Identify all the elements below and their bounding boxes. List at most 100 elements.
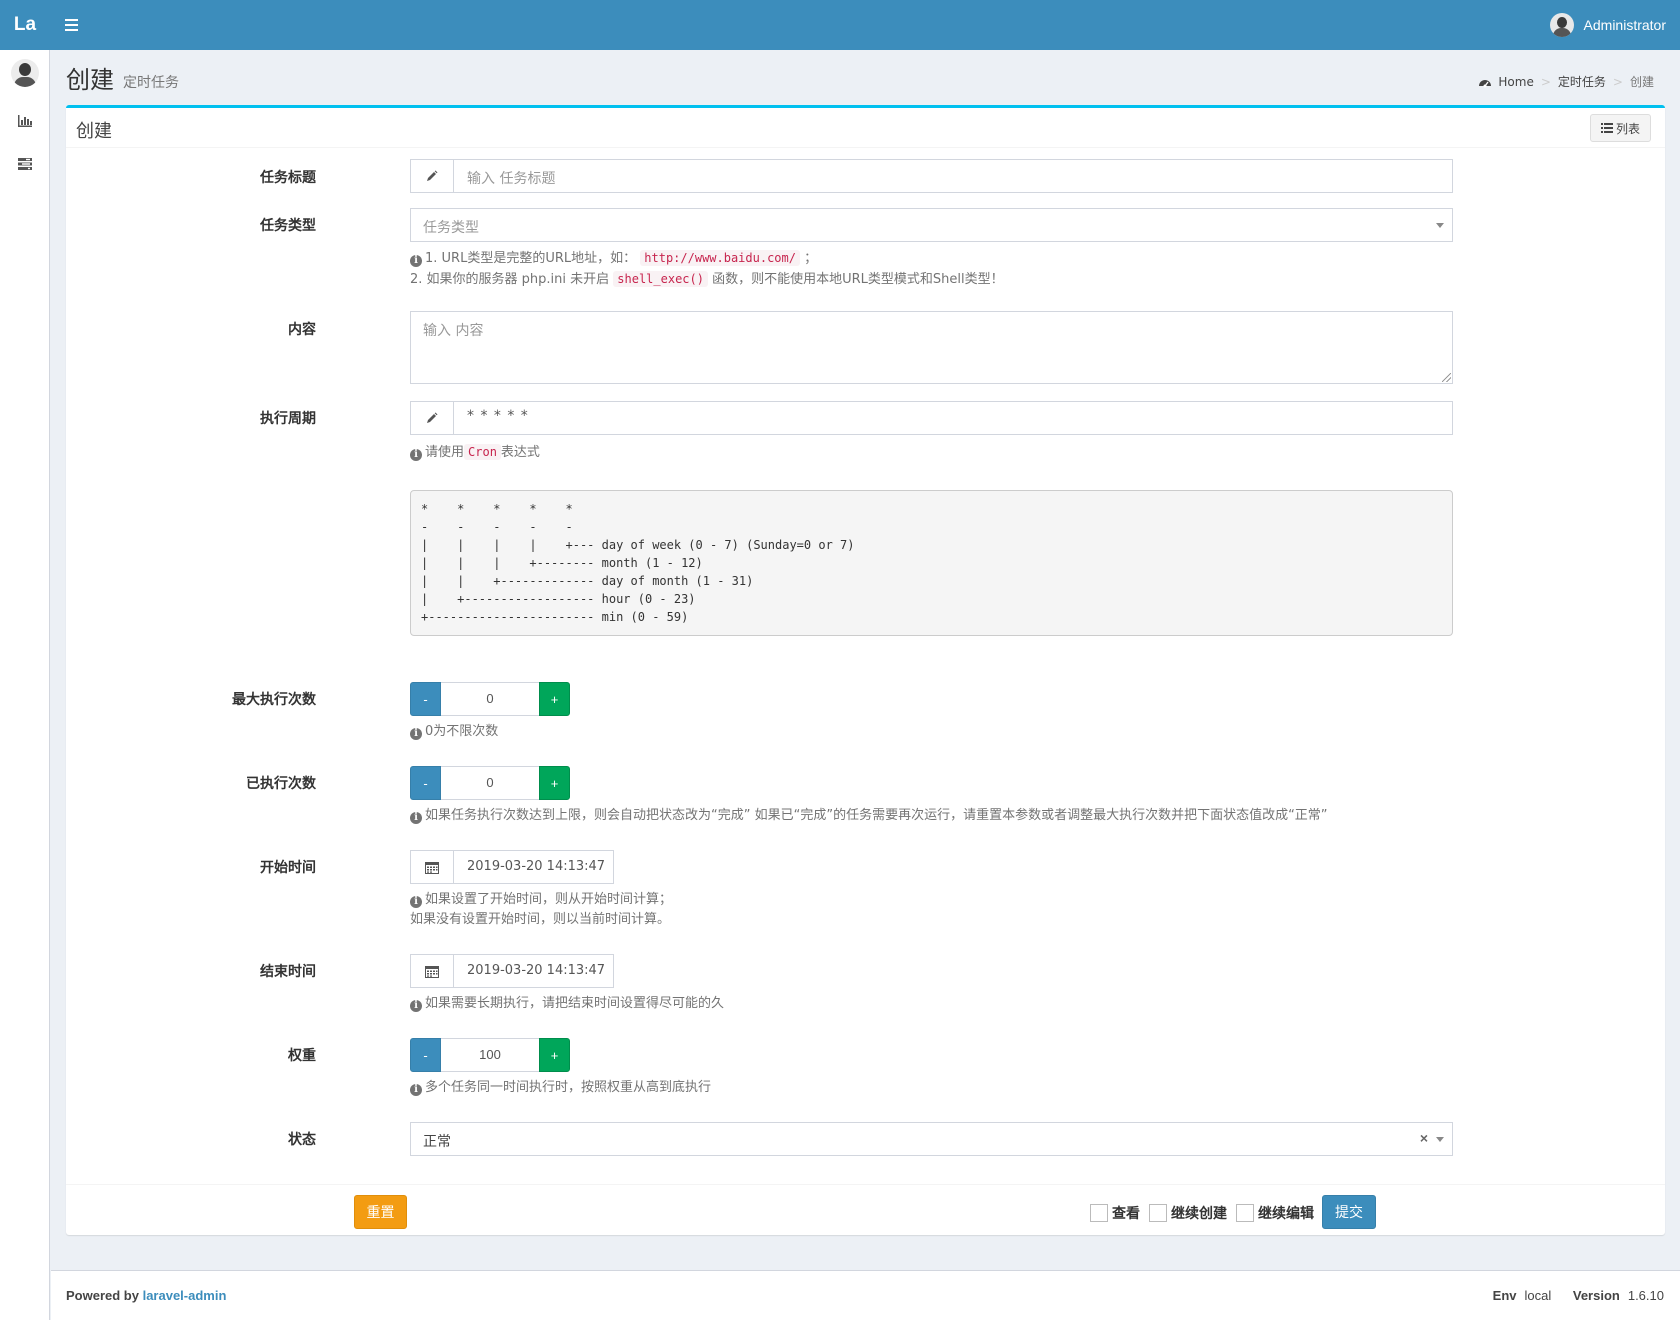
user-menu[interactable]: Administrator xyxy=(1549,12,1666,38)
weight-minus-button[interactable]: - xyxy=(410,1038,441,1072)
sidebar xyxy=(0,50,50,1320)
title-input[interactable]: 输入 任务标题 xyxy=(410,159,1453,193)
pencil-icon xyxy=(411,160,454,192)
max-runs-help: i 0为不限次数 xyxy=(410,722,498,742)
content-textarea[interactable]: 输入 内容 xyxy=(410,311,1453,384)
list-button-label: 列表 xyxy=(1615,121,1640,136)
version-label: Version xyxy=(1572,1288,1620,1303)
page-title: 创建 xyxy=(66,66,114,94)
runs-plus-button[interactable]: + xyxy=(539,766,570,800)
end-label: 结束时间 xyxy=(260,964,316,980)
runs-help: i 如果任务执行次数达到上限，则会自动把状态改为“完成” 如果已“完成”的任务需要… xyxy=(410,806,1328,826)
url-example: http://www.baidu.com/ xyxy=(640,250,800,266)
info-icon: i xyxy=(410,812,422,824)
caret-down-icon xyxy=(1436,1137,1444,1142)
calendar-icon xyxy=(411,851,454,883)
weight-input[interactable]: 100 xyxy=(441,1038,539,1072)
runs-label: 已执行次数 xyxy=(246,776,316,792)
info-icon: i xyxy=(410,896,422,908)
bar-chart-icon[interactable] xyxy=(15,113,35,129)
caret-down-icon xyxy=(1436,223,1444,228)
type-help: i 1. URL类型是完整的URL地址，如： http://www.baidu.c… xyxy=(410,250,1004,287)
type-select[interactable]: 任务类型 xyxy=(410,208,1453,242)
cycle-help: i 请使用 Cron 表达式 xyxy=(410,442,540,463)
start-time-input[interactable]: 2019-03-20 14:13:47 xyxy=(410,850,614,884)
start-help: i 如果设置了开始时间，则从开始时间计算； 如果没有设置开始时间，则以当前时间计算… xyxy=(410,892,673,927)
user-name: Administrator xyxy=(1583,17,1666,33)
cycle-label: 执行周期 xyxy=(260,411,316,427)
powered-by: Powered by xyxy=(66,1288,139,1303)
info-icon: i xyxy=(410,255,422,267)
weight-help: i 多个任务同一时间执行时，按照权重从高到底执行 xyxy=(410,1078,711,1098)
cron-code: Cron xyxy=(464,444,501,460)
breadcrumb: Home > 定时任务 > 创建 xyxy=(1478,73,1654,90)
box-header: 创建 列表 xyxy=(66,108,1665,148)
content-label: 内容 xyxy=(288,322,316,338)
reset-button[interactable]: 重置 xyxy=(354,1195,407,1229)
laravel-admin-link[interactable]: laravel-admin xyxy=(143,1288,227,1303)
clear-icon[interactable]: × xyxy=(1420,1130,1428,1146)
checkbox[interactable] xyxy=(1236,1204,1254,1222)
version-value: 1.6.10 xyxy=(1627,1288,1664,1303)
sidebar-avatar xyxy=(11,59,39,87)
calendar-icon xyxy=(411,955,454,987)
continue-edit-checkbox[interactable]: 继续编辑 xyxy=(1236,1203,1314,1223)
runs-input[interactable]: 0 xyxy=(441,766,539,800)
breadcrumb-current: 创建 xyxy=(1629,75,1654,89)
max-runs-plus-button[interactable]: + xyxy=(539,682,570,716)
end-time-value: 2019-03-20 14:13:47 xyxy=(467,963,606,978)
resize-handle[interactable] xyxy=(1442,373,1451,382)
user-avatar xyxy=(1549,13,1574,37)
page-footer: Powered by laravel-admin Env local Versio… xyxy=(51,1270,1680,1320)
cycle-value: * * * * * xyxy=(467,408,529,424)
max-runs-input[interactable]: 0 xyxy=(441,682,539,716)
max-runs-stepper: - 0 + xyxy=(410,682,572,716)
end-help: i 如果需要长期执行，请把结束时间设置得尽可能的久 xyxy=(410,994,724,1014)
start-time-value: 2019-03-20 14:13:47 xyxy=(467,859,606,874)
checkbox[interactable] xyxy=(1090,1204,1108,1222)
breadcrumb-section[interactable]: 定时任务 xyxy=(1558,73,1606,90)
content-placeholder: 输入 内容 xyxy=(423,323,484,339)
status-select[interactable]: 正常 × xyxy=(410,1122,1453,1156)
weight-label: 权重 xyxy=(288,1048,316,1064)
list-button[interactable]: 列表 xyxy=(1590,114,1651,142)
top-navbar: La Administrator xyxy=(0,0,1680,50)
env-label: Env xyxy=(1492,1288,1517,1303)
menu-toggle-icon[interactable] xyxy=(60,13,84,37)
type-placeholder: 任务类型 xyxy=(423,220,479,236)
max-runs-label: 最大执行次数 xyxy=(232,692,316,708)
breadcrumb-home[interactable]: Home xyxy=(1498,75,1533,89)
end-time-input[interactable]: 2019-03-20 14:13:47 xyxy=(410,954,614,988)
env-value: local xyxy=(1524,1288,1552,1303)
cron-diagram: * * * * * - - - - - | | | | +--- day of … xyxy=(410,490,1453,636)
checkbox[interactable] xyxy=(1149,1204,1167,1222)
info-icon: i xyxy=(410,1084,422,1096)
runs-stepper: - 0 + xyxy=(410,766,572,800)
dashboard-icon xyxy=(1479,79,1492,87)
box-title: 创建 xyxy=(76,121,112,142)
type-label: 任务类型 xyxy=(260,218,316,234)
view-checkbox[interactable]: 查看 xyxy=(1090,1203,1140,1223)
title-label: 任务标题 xyxy=(260,170,316,186)
form-actions: 重置 查看 继续创建 继续编辑 提交 xyxy=(66,1184,1665,1238)
start-label: 开始时间 xyxy=(260,860,316,876)
info-icon: i xyxy=(410,728,422,740)
list-icon xyxy=(1600,123,1613,133)
title-placeholder: 输入 任务标题 xyxy=(467,171,556,187)
pencil-icon xyxy=(411,402,454,434)
runs-minus-button[interactable]: - xyxy=(410,766,441,800)
continue-create-checkbox[interactable]: 继续创建 xyxy=(1149,1203,1227,1223)
info-icon: i xyxy=(410,449,422,461)
max-runs-minus-button[interactable]: - xyxy=(410,682,441,716)
page-subtitle: 定时任务 xyxy=(123,75,179,91)
info-icon: i xyxy=(410,1000,422,1012)
form-box: 创建 列表 任务标题 输入 任务标题 任务类型 任务类型 i 1. URL类型是完… xyxy=(66,105,1665,1235)
shell-exec-code: shell_exec() xyxy=(613,271,708,287)
cycle-input[interactable]: * * * * * xyxy=(410,401,1453,435)
tasks-icon[interactable] xyxy=(15,156,35,172)
logo[interactable]: La xyxy=(0,0,50,50)
weight-stepper: - 100 + xyxy=(410,1038,572,1072)
status-label: 状态 xyxy=(288,1132,316,1148)
weight-plus-button[interactable]: + xyxy=(539,1038,570,1072)
submit-button[interactable]: 提交 xyxy=(1322,1195,1376,1229)
